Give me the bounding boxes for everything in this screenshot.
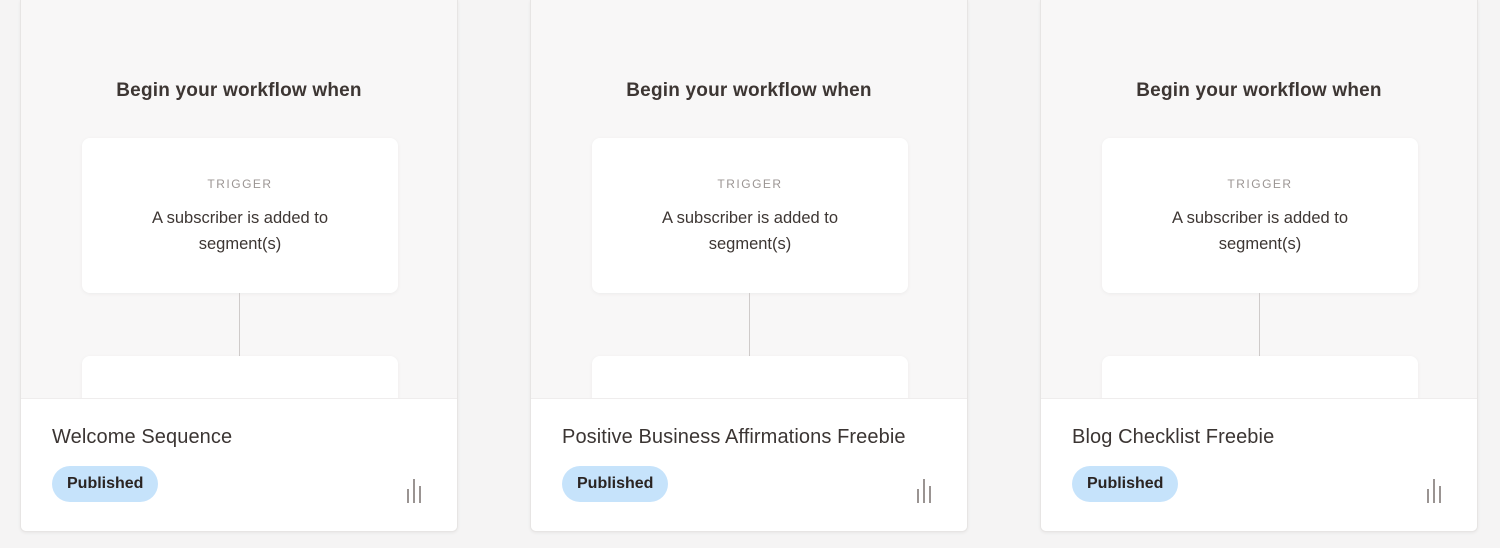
trigger-step-box: TRIGGER A subscriber is added to segment… [82, 138, 398, 293]
workflow-card[interactable]: Begin your workflow when TRIGGER A subsc… [530, 0, 968, 532]
workflow-name[interactable]: Welcome Sequence [52, 426, 232, 449]
next-step-box [82, 356, 398, 398]
workflow-card-footer: Blog Checklist Freebie Published [1041, 398, 1477, 531]
bar-chart-icon[interactable] [1425, 477, 1443, 503]
workflow-start-heading: Begin your workflow when [116, 80, 362, 101]
workflow-name[interactable]: Positive Business Affirmations Freebie [562, 426, 906, 449]
workflow-name[interactable]: Blog Checklist Freebie [1072, 426, 1274, 449]
workflow-card-grid: Begin your workflow when TRIGGER A subsc… [0, 0, 1500, 548]
bar-chart-icon[interactable] [405, 477, 423, 503]
trigger-step-box: TRIGGER A subscriber is added to segment… [1102, 138, 1418, 293]
workflow-start-heading: Begin your workflow when [626, 80, 872, 101]
workflow-card-footer: Welcome Sequence Published [21, 398, 457, 531]
trigger-description: A subscriber is added to segment(s) [1171, 209, 1349, 253]
trigger-label: TRIGGER [1227, 177, 1293, 191]
workflow-card-footer: Positive Business Affirmations Freebie P… [531, 398, 967, 531]
status-badge: Published [1072, 466, 1179, 502]
workflow-start-heading: Begin your workflow when [1136, 80, 1382, 101]
workflow-preview[interactable]: Begin your workflow when TRIGGER A subsc… [1041, 0, 1477, 398]
trigger-description: A subscriber is added to segment(s) [151, 209, 329, 253]
next-step-box [592, 356, 908, 398]
workflow-preview[interactable]: Begin your workflow when TRIGGER A subsc… [21, 0, 457, 398]
workflow-preview[interactable]: Begin your workflow when TRIGGER A subsc… [531, 0, 967, 398]
bar-chart-icon[interactable] [915, 477, 933, 503]
status-badge: Published [52, 466, 159, 502]
trigger-step-box: TRIGGER A subscriber is added to segment… [592, 138, 908, 293]
trigger-label: TRIGGER [717, 177, 783, 191]
trigger-label: TRIGGER [207, 177, 273, 191]
workflow-card[interactable]: Begin your workflow when TRIGGER A subsc… [1040, 0, 1478, 532]
next-step-box [1102, 356, 1418, 398]
workflow-card[interactable]: Begin your workflow when TRIGGER A subsc… [20, 0, 458, 532]
step-connector-line [749, 293, 750, 357]
step-connector-line [1259, 293, 1260, 357]
status-badge: Published [562, 466, 669, 502]
step-connector-line [239, 293, 240, 357]
trigger-description: A subscriber is added to segment(s) [661, 209, 839, 253]
